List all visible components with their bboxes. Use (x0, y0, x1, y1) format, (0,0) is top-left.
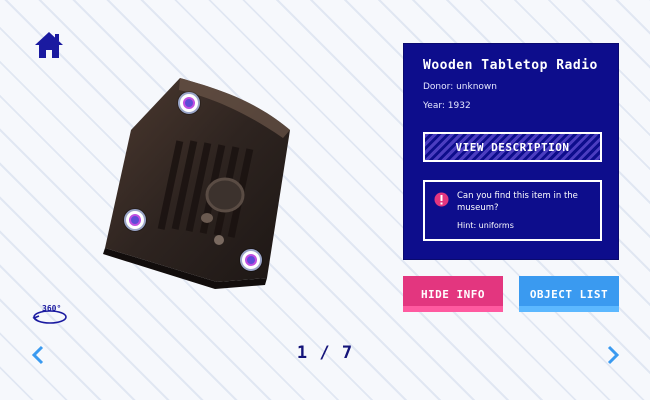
next-button[interactable] (605, 344, 621, 366)
hint-box: Can you find this item in the museum? Hi… (423, 180, 602, 241)
object-viewer[interactable] (95, 70, 305, 290)
challenge-text: Can you find this item in the museum? (457, 191, 578, 213)
donor-text: Donor: unknown (423, 82, 497, 92)
home-icon (35, 32, 63, 58)
year-text: Year: 1932 (423, 101, 471, 111)
home-button[interactable] (33, 30, 65, 60)
radio-image (103, 78, 290, 289)
hint-text: Hint: uniforms (457, 221, 514, 230)
hotspot-marker-1[interactable] (178, 92, 200, 114)
hide-info-button[interactable]: HIDE INFO (403, 276, 503, 312)
page-counter: 1 / 7 (296, 343, 354, 363)
chevron-right-icon (607, 345, 620, 365)
prev-button[interactable] (30, 344, 46, 366)
hotspot-marker-icon (129, 214, 141, 226)
hotspot-marker-2[interactable] (124, 209, 146, 231)
rotate-label: 360° (42, 304, 62, 313)
alert-icon (434, 192, 449, 207)
object-list-button[interactable]: OBJECT LIST (519, 276, 619, 312)
info-panel: Wooden Tabletop Radio Donor: unknown Yea… (403, 43, 619, 260)
view-description-button[interactable]: VIEW DESCRIPTION (423, 132, 602, 162)
chevron-left-icon (31, 345, 44, 365)
item-title: Wooden Tabletop Radio (423, 58, 598, 73)
hotspot-marker-3[interactable] (240, 249, 262, 271)
hotspot-marker-icon (183, 97, 195, 109)
hotspot-marker-icon (245, 254, 257, 266)
